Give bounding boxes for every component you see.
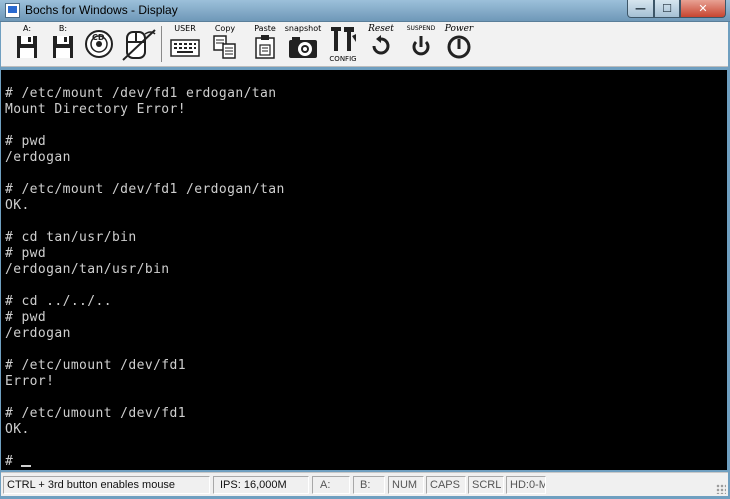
- console-line: /erdogan: [5, 326, 71, 341]
- console-line: /erdogan: [5, 150, 71, 165]
- paste-button[interactable]: Paste: [245, 24, 285, 64]
- close-button[interactable]: ✕: [680, 0, 726, 18]
- suspend-button[interactable]: SUSPEND: [401, 24, 441, 64]
- camera-icon: [289, 37, 317, 58]
- keyboard-icon: [170, 39, 200, 57]
- config-label: CONFIG: [329, 55, 357, 63]
- copy-icon: [213, 35, 236, 59]
- window-title: Bochs for Windows - Display: [25, 3, 178, 17]
- console-line: /erdogan/tan/usr/bin: [5, 262, 170, 277]
- paste-label: Paste: [254, 24, 276, 33]
- status-scroll-lock: SCRL: [468, 476, 504, 494]
- power-icon: [447, 35, 471, 59]
- maximize-button[interactable]: ☐: [654, 0, 680, 18]
- config-icon: [331, 27, 356, 51]
- user-button[interactable]: USER: [165, 24, 205, 64]
- toolbar-separator: [161, 26, 162, 62]
- paste-icon: [255, 35, 275, 59]
- copy-label: Copy: [214, 24, 236, 33]
- status-floppy-a: A:: [312, 476, 350, 494]
- power-label: Power: [444, 24, 474, 34]
- power-button[interactable]: Power: [439, 24, 479, 64]
- status-bar: CTRL + 3rd button enables mouse IPS: 16,…: [1, 472, 728, 496]
- status-hard-disk: HD:0-M: [506, 476, 546, 494]
- floppy-a-button[interactable]: A:: [7, 24, 47, 64]
- console-prompt-line: #: [5, 454, 14, 469]
- console-line: # /etc/mount /dev/fd1 /erdogan/tan: [5, 182, 285, 197]
- console-line: Error!: [5, 374, 55, 389]
- minimize-button[interactable]: —: [627, 0, 654, 18]
- console-line: OK.: [5, 198, 30, 213]
- console-line: # pwd: [5, 246, 47, 261]
- mouse-icon: [122, 29, 156, 61]
- reset-button[interactable]: Reset: [361, 24, 401, 64]
- copy-button[interactable]: Copy: [205, 24, 245, 64]
- console-line: # cd tan/usr/bin: [5, 230, 137, 245]
- status-caps-lock: CAPS: [426, 476, 466, 494]
- floppy-icon: [53, 36, 73, 58]
- console-line: OK.: [5, 422, 30, 437]
- status-num-lock: NUM: [388, 476, 424, 494]
- snapshot-label: snapshot: [284, 24, 322, 33]
- snapshot-button[interactable]: snapshot: [283, 24, 323, 64]
- app-icon: [5, 3, 20, 18]
- toolbar: A: B: CD USER Copy Paste snapshot CONFIG…: [1, 22, 728, 67]
- status-mouse-hint: CTRL + 3rd button enables mouse: [3, 476, 210, 494]
- console-line: # pwd: [5, 134, 47, 149]
- console-display[interactable]: # /etc/mount /dev/fd1 erdogan/tan Mount …: [1, 70, 727, 470]
- user-label: USER: [174, 24, 196, 33]
- floppy-a-label: A:: [22, 24, 32, 33]
- status-ips: IPS: 16,000M: [213, 476, 309, 494]
- console-line: # /etc/umount /dev/fd1: [5, 406, 186, 421]
- reset-label: Reset: [368, 24, 394, 34]
- cdrom-icon: CD: [85, 30, 113, 58]
- cdrom-label: CD: [92, 33, 105, 42]
- floppy-b-label: B:: [58, 24, 68, 33]
- mouse-button[interactable]: [119, 24, 159, 64]
- suspend-label: SUSPEND: [406, 25, 436, 32]
- config-button[interactable]: CONFIG: [323, 24, 363, 64]
- floppy-icon: [17, 36, 37, 58]
- console-line: # cd ../../..: [5, 294, 112, 309]
- console-line: Mount Directory Error!: [5, 102, 186, 117]
- reset-icon: [372, 35, 390, 55]
- floppy-b-button[interactable]: B:: [43, 24, 83, 64]
- cdrom-button[interactable]: CD: [79, 24, 119, 64]
- console-line: # /etc/umount /dev/fd1: [5, 358, 186, 373]
- text-cursor: [21, 465, 31, 467]
- console-line: # /etc/mount /dev/fd1 erdogan/tan: [5, 86, 277, 101]
- console-line: # pwd: [5, 310, 47, 325]
- title-bar[interactable]: Bochs for Windows - Display — ☐ ✕: [0, 0, 730, 22]
- resize-grip[interactable]: [716, 484, 726, 494]
- suspend-icon: [412, 36, 430, 56]
- status-floppy-b: B:: [353, 476, 385, 494]
